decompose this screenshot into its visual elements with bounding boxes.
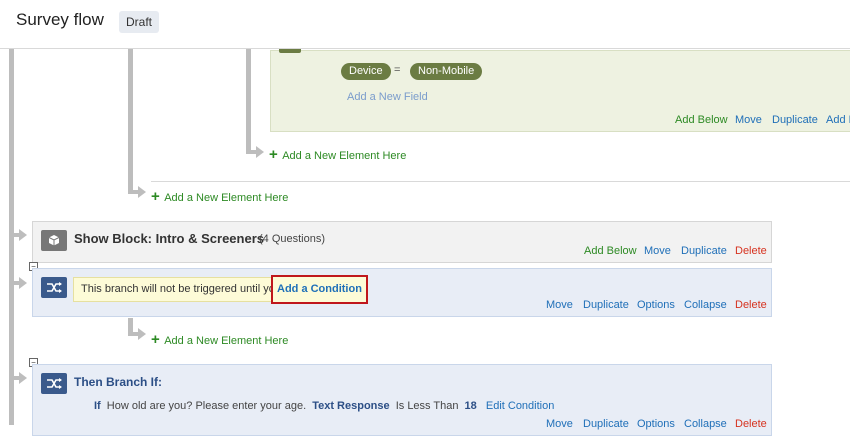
plus-icon: + xyxy=(151,188,160,205)
condition-question: How old are you? Please enter your age. xyxy=(106,400,307,412)
options-link[interactable]: Options xyxy=(637,418,675,430)
move-link[interactable]: Move xyxy=(546,299,573,311)
add-below-link[interactable]: Add Below xyxy=(675,114,728,126)
edit-condition-link[interactable]: Edit Condition xyxy=(486,400,555,412)
condition-if: If xyxy=(94,400,101,412)
add-element-row[interactable]: + Add a New Element Here xyxy=(151,188,288,206)
arrow-icon xyxy=(138,186,146,198)
status-badge: Draft xyxy=(119,11,160,33)
delete-link[interactable]: Delete xyxy=(735,418,767,430)
branch-panel: Then Branch If: If How old are you? Plea… xyxy=(32,364,772,436)
flow-line-branch xyxy=(128,49,133,192)
add-element-row[interactable]: + Add a New Element Here xyxy=(151,331,288,349)
add-new-field-link[interactable]: Add a New Field xyxy=(347,91,428,103)
options-link[interactable]: Options xyxy=(637,299,675,311)
question-count: (4 Questions) xyxy=(259,233,326,245)
duplicate-link[interactable]: Duplicate xyxy=(772,114,818,126)
plus-icon: + xyxy=(151,331,160,348)
add-condition-button[interactable]: Add a Condition xyxy=(271,275,368,304)
move-link[interactable]: Move xyxy=(644,245,671,257)
branch-title: Then Branch If: xyxy=(74,375,163,389)
field-value-pill[interactable]: Non-Mobile xyxy=(410,63,483,80)
delete-link[interactable]: Delete xyxy=(735,299,767,311)
duplicate-link[interactable]: Duplicate xyxy=(583,418,629,430)
flow-line-main xyxy=(9,49,14,425)
add-condition-label[interactable]: Add a Condition xyxy=(277,283,362,295)
block-cube-icon xyxy=(41,230,67,251)
page-title: Survey flow xyxy=(16,10,104,29)
condition-value: 18 xyxy=(464,400,477,412)
move-link[interactable]: Move xyxy=(546,418,573,430)
plus-icon: + xyxy=(269,146,278,163)
condition-type: Text Response xyxy=(312,400,390,412)
branch-panel: This branch will not be triggered until … xyxy=(32,268,772,317)
move-link[interactable]: Move xyxy=(735,114,762,126)
branch-condition: If How old are you? Please enter your ag… xyxy=(94,400,554,412)
arrow-icon xyxy=(19,229,27,241)
condition-operator: Is Less Than xyxy=(395,400,459,412)
duplicate-link[interactable]: Duplicate xyxy=(583,299,629,311)
add-element-link[interactable]: Add a New Element Here xyxy=(282,150,406,162)
delete-link[interactable]: Delete xyxy=(735,245,767,257)
add-from-link[interactable]: Add F xyxy=(826,114,850,126)
arrow-icon xyxy=(138,328,146,340)
arrow-icon xyxy=(19,372,27,384)
divider xyxy=(151,181,850,182)
collapse-link[interactable]: Collapse xyxy=(684,299,727,311)
add-below-link[interactable]: Add Below xyxy=(584,245,637,257)
arrow-icon xyxy=(256,146,264,158)
add-element-row[interactable]: + Add a New Element Here xyxy=(269,146,406,164)
embedded-data-panel: Device = Non-Mobile Add a New Field Add … xyxy=(270,49,850,132)
block-title: Show Block: Intro & Screeners xyxy=(74,231,264,246)
show-block-panel: Show Block: Intro & Screeners (4 Questio… xyxy=(32,221,772,263)
add-element-link[interactable]: Add a New Element Here xyxy=(164,335,288,347)
collapse-link[interactable]: Collapse xyxy=(684,418,727,430)
operator-text: = xyxy=(394,64,401,76)
page-header: Survey flow Draft xyxy=(0,0,850,49)
branch-warning-text: This branch will not be triggered until … xyxy=(81,283,281,295)
flow-line-inner xyxy=(246,49,251,152)
arrow-icon xyxy=(19,277,27,289)
branch-icon xyxy=(41,373,67,394)
embedded-data-icon xyxy=(279,49,301,53)
field-name-pill[interactable]: Device xyxy=(341,63,391,80)
add-element-link[interactable]: Add a New Element Here xyxy=(164,192,288,204)
duplicate-link[interactable]: Duplicate xyxy=(681,245,727,257)
branch-icon xyxy=(41,277,67,298)
